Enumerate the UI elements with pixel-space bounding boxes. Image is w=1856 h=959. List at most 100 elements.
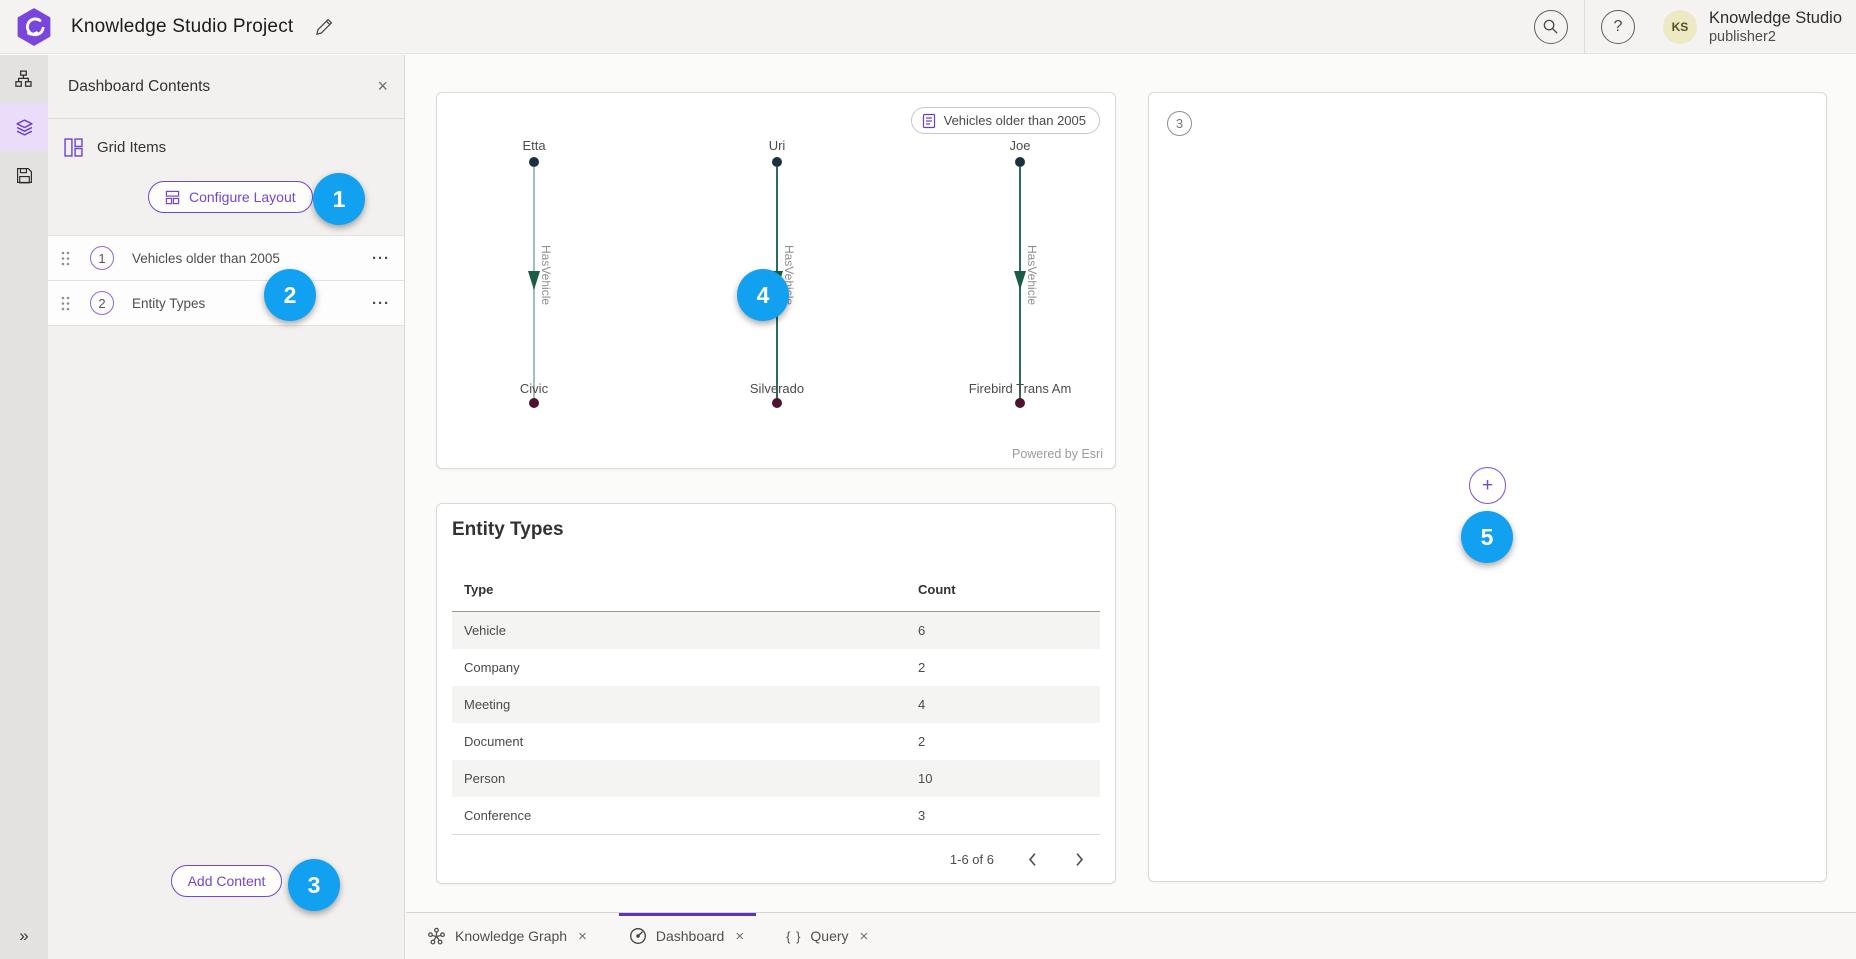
grid-items-section-header: Grid Items <box>48 119 404 175</box>
top-bar: Knowledge Studio Project ? KS Knowledge … <box>0 0 1856 54</box>
item-options-icon[interactable]: ··· <box>372 250 390 267</box>
close-tab-icon[interactable]: × <box>733 928 746 945</box>
account-username: publisher2 <box>1709 29 1842 46</box>
next-page-button[interactable] <box>1071 848 1088 871</box>
cell-count: 2 <box>918 660 1100 675</box>
close-tab-icon[interactable]: × <box>858 928 871 945</box>
cell-type: Vehicle <box>452 623 918 638</box>
person-node[interactable] <box>1015 157 1025 167</box>
tab-knowledge-graph[interactable]: Knowledge Graph × <box>421 913 595 959</box>
search-icon <box>1542 18 1559 35</box>
table-row: Meeting 4 <box>452 686 1100 723</box>
node-label: Joe <box>920 138 1120 153</box>
configure-layout-label: Configure Layout <box>189 189 296 205</box>
rail-item-contents[interactable] <box>0 103 48 151</box>
table-pagination: 1-6 of 6 <box>452 834 1100 884</box>
grid-item-row-vehicles[interactable]: 1 Vehicles older than 2005 ··· <box>48 235 404 281</box>
layout-grid-icon <box>165 190 180 205</box>
table-title: Entity Types <box>452 519 1100 541</box>
topbar-divider <box>1584 0 1585 54</box>
query-braces-icon: { } <box>786 929 801 944</box>
edit-title-button[interactable] <box>315 17 334 36</box>
person-node[interactable] <box>772 157 782 167</box>
table-row: Document 2 <box>452 723 1100 760</box>
project-title: Knowledge Studio Project <box>71 16 293 38</box>
add-content-button[interactable]: Add Content <box>171 865 283 897</box>
callout-step-5: 5 <box>1461 511 1513 563</box>
item-order-badge: 2 <box>90 291 114 315</box>
node-label: Etta <box>434 138 634 153</box>
drag-handle-icon[interactable] <box>60 295 72 312</box>
vehicle-node[interactable] <box>529 398 539 408</box>
table-header-row: Type Count <box>452 567 1100 612</box>
item-label: Vehicles older than 2005 <box>132 251 280 266</box>
cell-count: 2 <box>918 734 1100 749</box>
table-row: Conference 3 <box>452 797 1100 834</box>
edge-label: HasVehicle <box>1025 245 1039 305</box>
close-panel-button[interactable]: × <box>377 76 388 97</box>
table-row: Vehicle 6 <box>452 612 1100 649</box>
view-tab-bar: Knowledge Graph × Dashboard × { } Query … <box>406 912 1856 959</box>
rail-item-save[interactable] <box>0 151 48 199</box>
panel-title: Dashboard Contents <box>68 78 210 96</box>
vehicle-node[interactable] <box>1015 398 1025 408</box>
person-node[interactable] <box>529 157 539 167</box>
layers-icon <box>15 118 34 137</box>
help-icon: ? <box>1614 18 1623 36</box>
empty-grid-slot: 3 + <box>1148 92 1827 882</box>
callout-step-2: 2 <box>264 269 316 321</box>
knowledge-graph-icon <box>427 927 446 946</box>
slot-number-badge: 3 <box>1167 111 1192 136</box>
account-name: Knowledge Studio <box>1709 9 1842 28</box>
edge-label: HasVehicle <box>539 245 553 305</box>
cell-count: 6 <box>918 623 1100 638</box>
expand-panel-button[interactable]: » <box>0 921 48 951</box>
entity-types-widget: Entity Types Type Count Vehicle 6 Compan… <box>436 503 1116 884</box>
save-icon <box>16 167 33 184</box>
tab-label: Query <box>810 928 848 944</box>
graph-edge-group: Etta HasVehicle Civic <box>434 93 634 468</box>
callout-step-4: 4 <box>737 269 789 321</box>
grid-item-row-entity-types[interactable]: 2 Entity Types ··· <box>48 280 404 326</box>
item-options-icon[interactable]: ··· <box>372 295 390 312</box>
search-button[interactable] <box>1534 10 1568 44</box>
tab-label: Dashboard <box>656 928 725 944</box>
cell-count: 3 <box>918 808 1100 823</box>
cell-type: Company <box>452 660 918 675</box>
table-row: Company 2 <box>452 649 1100 686</box>
close-tab-icon[interactable]: × <box>576 928 589 945</box>
hierarchy-icon <box>15 70 33 88</box>
cell-type: Conference <box>452 808 918 823</box>
item-label: Entity Types <box>132 296 205 311</box>
tab-dashboard[interactable]: Dashboard × <box>619 913 756 959</box>
rail-item-knowledge-graph[interactable] <box>0 55 48 103</box>
drag-handle-icon[interactable] <box>60 250 72 267</box>
panel-header: Dashboard Contents × <box>48 55 404 119</box>
previous-page-button[interactable] <box>1024 848 1041 871</box>
pagination-range: 1-6 of 6 <box>950 852 994 867</box>
help-button[interactable]: ? <box>1601 10 1635 44</box>
column-header-count: Count <box>918 582 1100 597</box>
configure-layout-button[interactable]: Configure Layout <box>148 181 313 213</box>
column-header-type: Type <box>452 582 918 597</box>
dashboard-canvas: Vehicles older than 2005 Etta HasVehicle… <box>406 55 1856 912</box>
vehicle-node[interactable] <box>772 398 782 408</box>
tab-query[interactable]: { } Query × <box>780 913 876 959</box>
avatar[interactable]: KS <box>1663 10 1697 44</box>
grid-items-label: Grid Items <box>97 139 166 156</box>
grid-items-icon <box>64 138 83 157</box>
chevron-right-icon <box>1075 852 1084 867</box>
dashboard-gauge-icon <box>629 927 647 945</box>
node-label: Silverado <box>677 381 877 396</box>
cell-type: Person <box>452 771 918 786</box>
app-logo-icon <box>15 8 53 46</box>
account-menu[interactable]: Knowledge Studio publisher2 <box>1709 7 1842 46</box>
table-row: Person 10 <box>452 760 1100 797</box>
node-label: Civic <box>434 381 634 396</box>
chevron-left-icon <box>1028 852 1037 867</box>
add-widget-button[interactable]: + <box>1469 467 1506 504</box>
node-label: Firebird Trans Am <box>920 381 1120 396</box>
icon-rail: » <box>0 55 48 959</box>
entity-types-table: Type Count Vehicle 6 Company 2 Meeting 4… <box>452 567 1100 884</box>
esri-attribution: Powered by Esri <box>1012 447 1103 461</box>
